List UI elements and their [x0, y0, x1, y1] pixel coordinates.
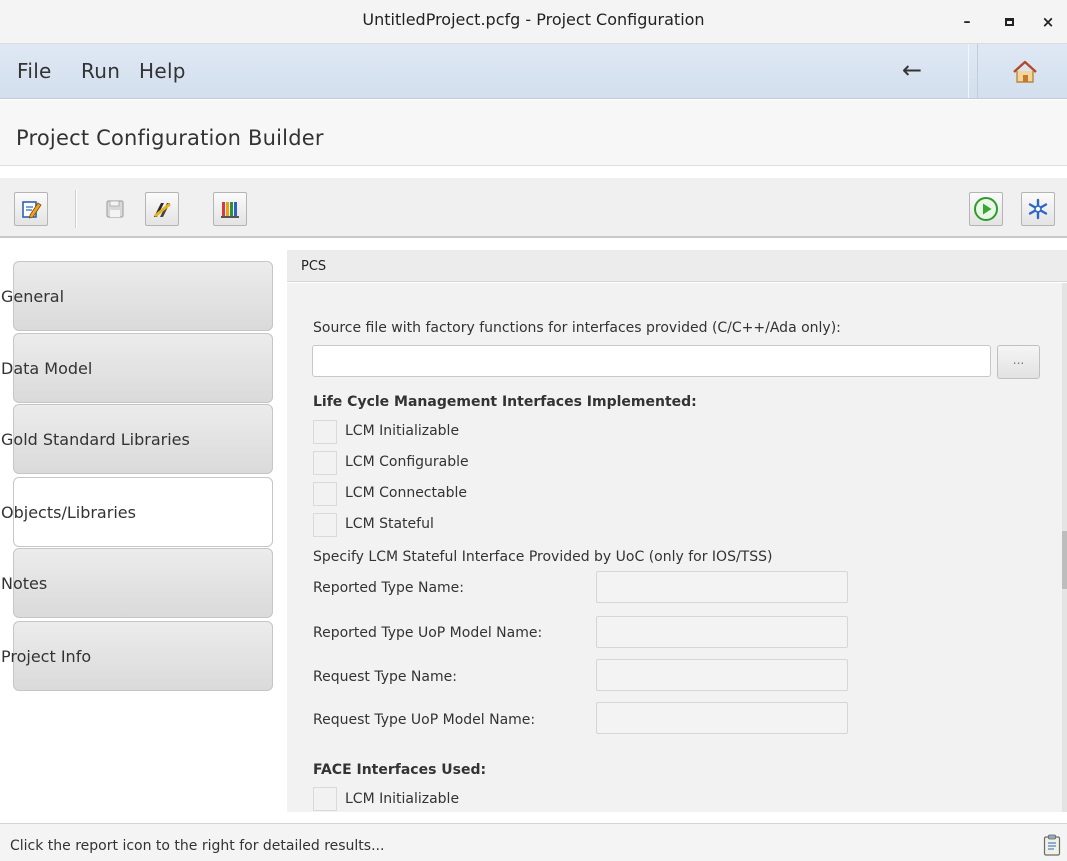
reported-type-name-input[interactable]	[596, 571, 848, 603]
menu-bar: File Run Help ←	[0, 44, 1067, 99]
window-titlebar: UntitledProject.pcfg - Project Configura…	[0, 0, 1067, 44]
window-title: UntitledProject.pcfg - Project Configura…	[362, 10, 705, 29]
toolbar	[0, 178, 1067, 238]
panel-title: PCS	[301, 259, 327, 274]
snowflake-button[interactable]	[1021, 192, 1055, 226]
field-label: Request Type UoP Model Name:	[313, 712, 536, 728]
stateful-note: Specify LCM Stateful Interface Provided …	[313, 549, 773, 565]
menu-divider	[968, 44, 978, 98]
pcs-panel: PCS Source file with factory functions f…	[287, 250, 1067, 812]
tab-label: Objects/Libraries	[1, 502, 136, 522]
menu-file[interactable]: File	[17, 59, 52, 83]
lcm-heading: Life Cycle Management Interfaces Impleme…	[313, 394, 697, 410]
status-message: Click the report icon to the right for d…	[10, 838, 385, 854]
lcm-configurable-checkbox[interactable]	[313, 451, 337, 475]
save-button[interactable]	[98, 192, 132, 226]
save-icon	[106, 200, 124, 218]
sidebar: General Data Model Gold Standard Librari…	[0, 240, 285, 810]
checkbox-label: LCM Initializable	[345, 423, 460, 439]
lcm-connectable-checkbox[interactable]	[313, 482, 337, 506]
menu-help[interactable]: Help	[139, 59, 186, 83]
maximize-icon	[1004, 18, 1014, 26]
page-header: Project Configuration Builder	[0, 100, 1067, 166]
source-file-label: Source file with factory functions for i…	[313, 320, 841, 336]
tab-project-info[interactable]: Project Info	[1, 621, 273, 691]
panel-content[interactable]: Source file with factory functions for i…	[287, 283, 1062, 812]
face-lcm-initializable-checkbox[interactable]	[313, 787, 337, 811]
minimize-icon: –	[963, 14, 971, 30]
close-button[interactable]: ×	[1035, 9, 1061, 35]
tab-notes[interactable]: Notes	[1, 548, 273, 618]
field-label: Request Type Name:	[313, 669, 457, 685]
tools-icon	[154, 202, 171, 218]
request-type-name-input[interactable]	[596, 659, 848, 691]
close-icon: ×	[1041, 13, 1055, 31]
library-icon	[221, 202, 239, 218]
page-title: Project Configuration Builder	[16, 126, 324, 150]
panel-scrollbar[interactable]	[1062, 283, 1067, 812]
snowflake-icon	[1028, 198, 1048, 220]
edit-icon	[22, 201, 42, 219]
field-label: Reported Type Name:	[313, 580, 464, 596]
source-file-input[interactable]	[312, 345, 991, 377]
library-button[interactable]	[213, 192, 247, 226]
checkbox-label: LCM Configurable	[345, 454, 469, 470]
report-icon[interactable]	[1043, 834, 1061, 856]
browse-button[interactable]: ...	[997, 345, 1040, 379]
lcm-stateful-checkbox[interactable]	[313, 513, 337, 537]
request-type-uop-model-input[interactable]	[596, 702, 848, 734]
tab-label: Gold Standard Libraries	[1, 429, 190, 449]
minimize-button[interactable]: –	[954, 9, 980, 35]
checkbox-label: LCM Initializable	[345, 791, 460, 807]
run-icon	[974, 197, 998, 221]
status-bar: Click the report icon to the right for d…	[0, 823, 1067, 861]
checkbox-label: LCM Stateful	[345, 516, 434, 532]
tools-button[interactable]	[145, 192, 179, 226]
maximize-button[interactable]	[996, 9, 1022, 35]
tab-general[interactable]: General	[1, 261, 273, 331]
tab-data-model[interactable]: Data Model	[1, 333, 273, 403]
face-heading: FACE Interfaces Used:	[313, 762, 487, 778]
tab-gold-standard-libraries[interactable]: Gold Standard Libraries	[1, 404, 273, 474]
menu-run[interactable]: Run	[81, 59, 120, 83]
tab-objects-libraries[interactable]: Objects/Libraries	[1, 477, 273, 547]
tab-label: Project Info	[1, 646, 92, 666]
run-button[interactable]	[969, 192, 1003, 226]
field-label: Reported Type UoP Model Name:	[313, 625, 543, 641]
panel-header: PCS	[287, 250, 1067, 282]
home-icon[interactable]	[1012, 60, 1038, 84]
lcm-initializable-checkbox[interactable]	[313, 420, 337, 444]
checkbox-label: LCM Connectable	[345, 485, 467, 501]
tab-label: General	[1, 286, 65, 306]
scrollbar-thumb[interactable]	[1062, 531, 1067, 589]
tab-label: Notes	[1, 573, 48, 593]
reported-type-uop-model-input[interactable]	[596, 616, 848, 648]
back-arrow-icon[interactable]: ←	[902, 56, 922, 84]
toolbar-divider	[75, 190, 77, 228]
tab-label: Data Model	[1, 358, 93, 378]
edit-button[interactable]	[14, 192, 48, 226]
